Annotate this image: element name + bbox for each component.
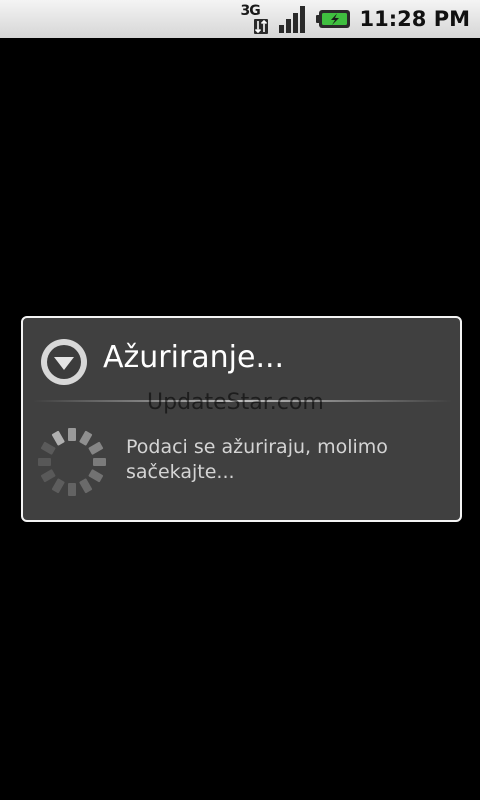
dialog-message: Podaci se ažuriraju, molimo sačekajte...: [126, 436, 388, 483]
loading-spinner-icon: [35, 425, 109, 499]
progress-dialog: Ažuriranje... UpdateStar.com Podaci se a…: [21, 316, 462, 522]
dialog-header: Ažuriranje... UpdateStar.com: [23, 318, 460, 415]
battery-charging-icon: [315, 7, 352, 31]
status-time: 11:28 PM: [359, 7, 470, 31]
watermark-text: UpdateStar.com: [147, 390, 324, 415]
status-bar: 3G 11:28 PM: [0, 0, 480, 38]
dialog-title: Ažuriranje...: [103, 340, 285, 375]
phone-screen: 3G 11:28 PM Ažuriranje... UpdateStar.com…: [0, 0, 480, 800]
network-3g-icon: 3G: [240, 3, 272, 35]
alert-triangle-down-icon: [40, 338, 88, 386]
signal-strength-icon: [278, 4, 310, 34]
